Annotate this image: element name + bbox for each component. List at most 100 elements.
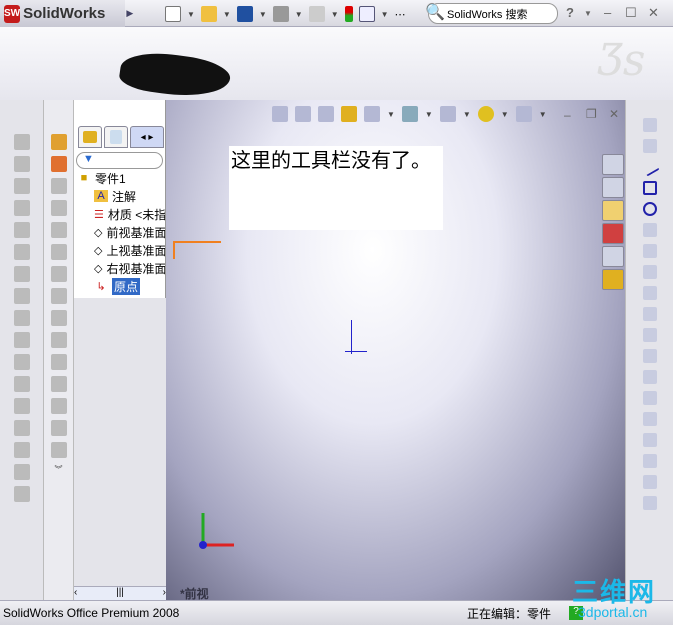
linear-pattern-icon[interactable]	[642, 475, 657, 489]
scroll-left-icon[interactable]: ‹	[74, 587, 77, 600]
minimize-button[interactable]: –	[604, 5, 611, 20]
centerline-icon[interactable]	[642, 349, 657, 363]
scroll-thumb[interactable]: |||	[116, 587, 124, 600]
surface-extrude-icon[interactable]	[50, 134, 67, 150]
tree-node-front-plane[interactable]: ◇ 前视基准面	[94, 223, 165, 241]
appearances-icon[interactable]	[602, 269, 624, 290]
save-dropdown-icon[interactable]: ▼	[259, 10, 267, 19]
view-palette-icon[interactable]	[602, 246, 624, 267]
sketch-icon[interactable]	[642, 118, 657, 132]
fillet-icon[interactable]	[13, 244, 30, 260]
zoom-to-area-icon[interactable]	[295, 106, 311, 122]
smart-dimension-icon[interactable]	[642, 139, 657, 153]
tree-node-right-plane[interactable]: ◇ 右视基准面	[94, 259, 165, 277]
options-icon[interactable]	[358, 6, 375, 22]
view-restore-button[interactable]: ❐	[586, 107, 597, 121]
move-entities-icon[interactable]	[642, 496, 657, 510]
rectangle-icon[interactable]	[642, 181, 657, 195]
surface-loft-icon[interactable]	[50, 200, 67, 216]
knit-icon[interactable]	[50, 288, 67, 304]
hole-icon[interactable]	[13, 354, 30, 370]
draft-icon[interactable]	[13, 332, 30, 348]
replace-face-icon[interactable]	[50, 420, 67, 436]
spline-icon[interactable]	[642, 244, 657, 258]
offset-entities-icon[interactable]	[642, 433, 657, 447]
open-dropdown-icon[interactable]: ▼	[223, 10, 231, 19]
curves-icon[interactable]	[13, 464, 30, 480]
radiate-surface-icon[interactable]	[50, 266, 67, 282]
extrude-icon[interactable]	[13, 134, 30, 150]
untrim-icon[interactable]	[50, 376, 67, 392]
tab-scroll-arrows[interactable]: ◂ ▸	[130, 126, 164, 148]
section-view-icon[interactable]	[341, 106, 357, 122]
close-button[interactable]: ✕	[648, 5, 659, 21]
search-input[interactable]: 🔍 SolidWorks 搜索	[425, 3, 558, 24]
thicken-icon[interactable]	[50, 442, 67, 458]
delete-face-icon[interactable]	[50, 398, 67, 414]
save-icon[interactable]	[236, 6, 253, 22]
line-icon[interactable]	[639, 157, 660, 177]
loft-icon[interactable]	[13, 200, 30, 216]
view-orientation-icon[interactable]	[364, 106, 380, 122]
appearance-icon[interactable]	[477, 106, 494, 122]
maximize-button[interactable]: ☐	[625, 5, 637, 21]
surface-revolve-icon[interactable]	[50, 156, 67, 172]
print-icon[interactable]	[272, 6, 289, 22]
help-dropdown-icon[interactable]: ▼	[584, 9, 592, 18]
tree-node-top-plane[interactable]: ◇ 上视基准面	[94, 241, 165, 259]
polygon-icon[interactable]	[642, 307, 657, 321]
convert-entities-icon[interactable]	[642, 412, 657, 426]
open-folder-icon[interactable]	[200, 6, 217, 22]
tab-feature-manager[interactable]	[78, 126, 102, 148]
dome-icon[interactable]	[13, 420, 30, 436]
display-style-icon[interactable]	[401, 106, 418, 122]
tree-root[interactable]: ■ 零件1	[74, 169, 165, 187]
arc-icon[interactable]	[642, 223, 657, 237]
undo-dropdown-icon[interactable]: ▼	[331, 10, 339, 19]
search-results-icon[interactable]	[602, 223, 624, 244]
previous-view-icon[interactable]	[318, 106, 334, 122]
circle-icon[interactable]	[642, 202, 657, 216]
rebuild-traffic-light-icon[interactable]	[344, 6, 353, 22]
fill-icon[interactable]	[50, 310, 67, 326]
revolve-icon[interactable]	[13, 156, 30, 172]
tree-node-origin[interactable]: ↳ 原点	[94, 277, 165, 295]
ellipse-icon[interactable]	[642, 265, 657, 279]
new-document-icon[interactable]	[165, 6, 181, 22]
view-close-button[interactable]: ✕	[609, 107, 619, 121]
expand-menu-icon[interactable]: ▶	[126, 8, 133, 19]
chamfer-icon[interactable]	[13, 266, 30, 282]
view-settings-icon[interactable]	[515, 106, 532, 122]
new-dropdown-icon[interactable]: ▼	[187, 10, 195, 19]
help-button[interactable]: ?	[566, 5, 574, 20]
offset-surface-icon[interactable]	[50, 244, 67, 260]
print-dropdown-icon[interactable]: ▼	[295, 10, 303, 19]
point-icon[interactable]	[642, 328, 657, 342]
surface-sweep-icon[interactable]	[50, 178, 67, 194]
options-dropdown-icon[interactable]: ▼	[381, 10, 389, 19]
more-tools-icon[interactable]: ⋯	[395, 8, 406, 21]
tree-node-annotations[interactable]: A 注解	[94, 187, 165, 205]
cut-icon[interactable]	[13, 222, 30, 238]
zoom-to-fit-icon[interactable]	[272, 106, 288, 122]
design-library-icon[interactable]	[602, 177, 624, 198]
fillet-sketch-icon[interactable]	[642, 286, 657, 300]
file-explorer-icon[interactable]	[602, 200, 624, 221]
mirror-entities-icon[interactable]	[642, 454, 657, 468]
text-icon[interactable]	[642, 370, 657, 384]
tree-node-material[interactable]: ☰材质 <未指定>	[94, 205, 165, 223]
hide-show-icon[interactable]	[439, 106, 456, 122]
tree-filter-input[interactable]: ▼	[76, 152, 163, 169]
mirror-icon[interactable]	[13, 398, 30, 414]
more-chevron-icon[interactable]: ︾	[55, 464, 63, 475]
view-minimize-button[interactable]: –	[564, 108, 571, 122]
solidworks-menu-button[interactable]: SW SolidWorks ▶	[0, 0, 133, 27]
tab-property-manager[interactable]	[104, 126, 128, 148]
wrap-icon[interactable]	[13, 442, 30, 458]
boundary-surface-icon[interactable]	[50, 222, 67, 238]
undo-icon[interactable]	[308, 6, 325, 22]
trim-icon[interactable]	[50, 354, 67, 370]
solidworks-resources-icon[interactable]	[602, 154, 624, 175]
tree-horizontal-scrollbar[interactable]: ‹ ||| ›	[74, 586, 166, 600]
extend-icon[interactable]	[50, 332, 67, 348]
